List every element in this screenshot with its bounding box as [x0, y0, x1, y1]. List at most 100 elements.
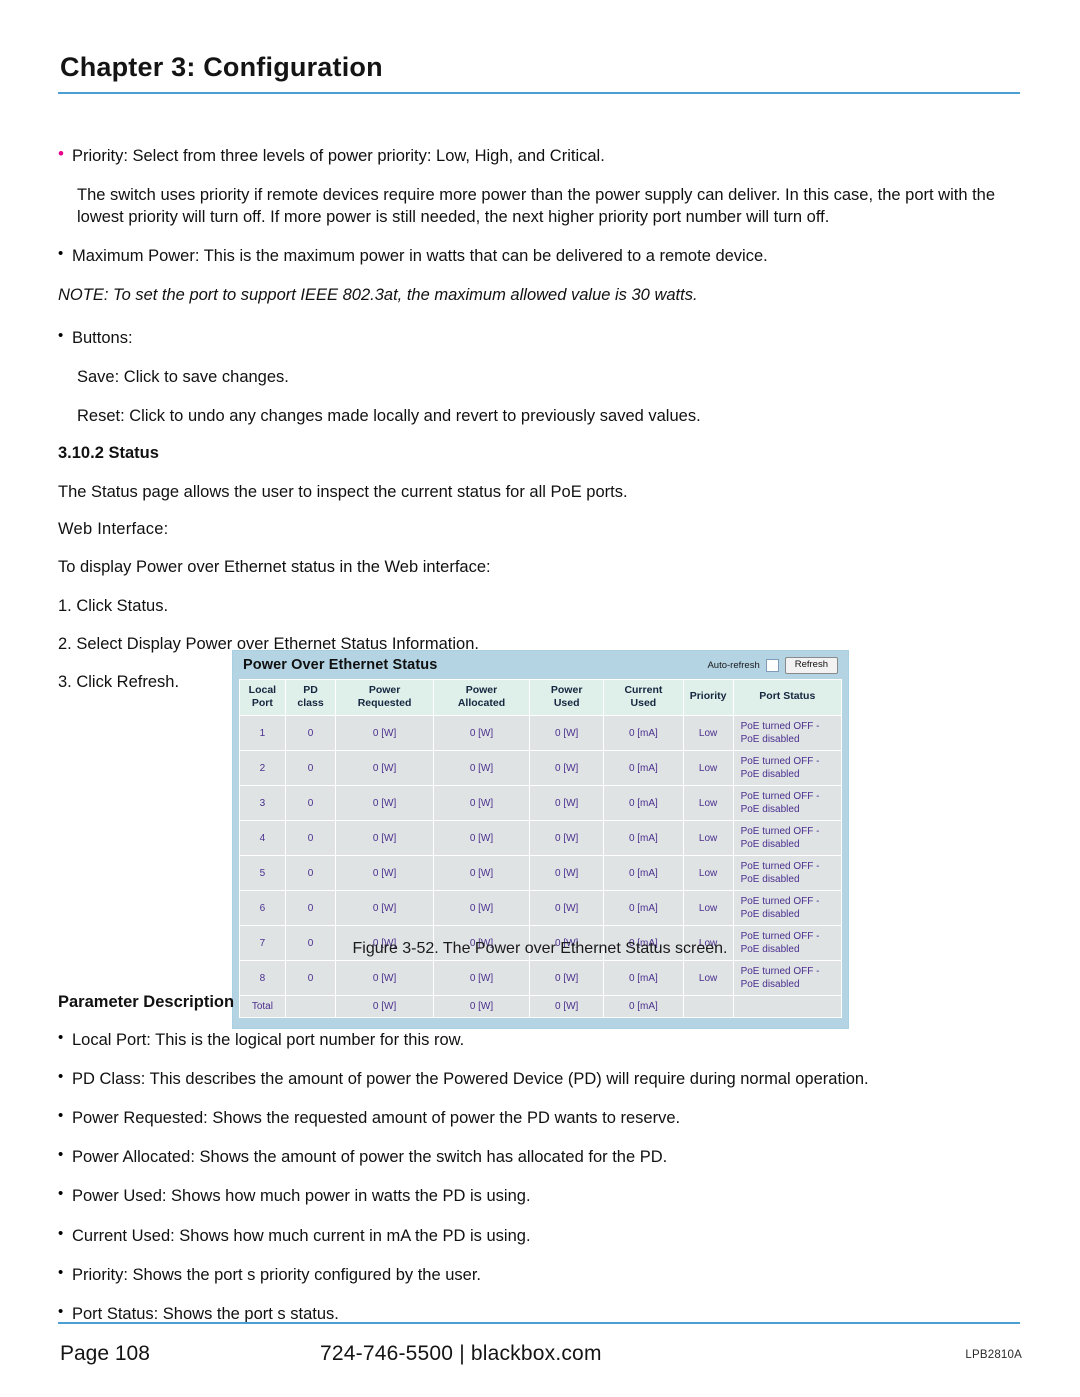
section-heading-status: 3.10.2 Status: [58, 443, 159, 462]
bullet-maximum-power: Maximum Power: This is the maximum power…: [58, 244, 1043, 267]
cell-power-requested: 0 [W]: [335, 890, 434, 927]
cell-local-port: 6: [239, 890, 286, 927]
cell-pd-class: 0: [284, 820, 337, 857]
page-footer: Page 108 724-746-5500 | blackbox.com LPB28…: [0, 1338, 1080, 1378]
heading-web-interface: Web Interface:: [58, 519, 169, 538]
cell-power-used: 0 [W]: [529, 890, 605, 927]
cell-port-status: PoE turned OFF - PoE disabled: [732, 820, 843, 857]
heading-parameter-description: Parameter Description: [58, 993, 235, 1011]
bullet-buttons: Buttons:: [58, 326, 1043, 349]
header-line-1: Power: [550, 683, 583, 696]
document-page: Chapter 3: Configuration Priority: Selec…: [0, 0, 1080, 1397]
header-line-1: PD: [303, 683, 318, 696]
cell-power-used: 0 [W]: [529, 785, 605, 822]
column-header-power-requested: Power Requested: [335, 678, 434, 717]
cell-current-used: 0 [mA]: [603, 820, 684, 857]
table-row: 1 0 0 [W] 0 [W] 0 [W] 0 [mA] Low PoE tur…: [239, 715, 843, 752]
cell-current-used: 0 [mA]: [603, 785, 684, 822]
cell-priority: Low: [682, 890, 734, 927]
cell-power-requested: 0 [W]: [335, 785, 434, 822]
cell-current-used: 0 [mA]: [603, 960, 684, 997]
text-reset-description: Reset: Click to undo any changes made lo…: [77, 406, 701, 425]
cell-power-requested: 0 [W]: [335, 960, 434, 997]
column-header-power-used: Power Used: [529, 678, 605, 717]
body-content-upper: Priority: Select from three levels of po…: [58, 143, 1043, 709]
cell-current-used: 0 [mA]: [603, 750, 684, 787]
header-line-1: Port Status: [759, 690, 816, 703]
cell-local-port: 3: [239, 785, 286, 822]
cell-pd-class: 0: [284, 750, 337, 787]
cell-current-used: 0 [mA]: [603, 855, 684, 892]
cell-port-status: PoE turned OFF - PoE disabled: [732, 890, 843, 927]
cell-port-status: PoE turned OFF - PoE disabled: [732, 855, 843, 892]
header-line-2: Requested: [357, 697, 412, 709]
cell-priority: Low: [682, 750, 734, 787]
cell-pd-class: 0: [284, 890, 337, 927]
table-header: Local Port PD class Power Requested Powe…: [239, 678, 843, 717]
footer-phone: 724-746-5500: [320, 1342, 454, 1365]
footer-document-code: LPB2810A: [965, 1349, 1022, 1361]
cell-power-requested: 0 [W]: [335, 715, 434, 752]
table-row: 5 0 0 [W] 0 [W] 0 [W] 0 [mA] Low PoE tur…: [239, 855, 843, 892]
cell-power-allocated: 0 [W]: [432, 855, 531, 892]
cell-power-allocated: 0 [W]: [432, 820, 531, 857]
refresh-button[interactable]: Refresh: [784, 657, 838, 674]
footer-separator: |: [459, 1342, 465, 1365]
header-line-2: Port: [251, 697, 273, 709]
footer-website: blackbox.com: [470, 1342, 602, 1365]
column-header-power-allocated: Power Allocated: [432, 678, 531, 717]
header-line-2: Allocated: [457, 697, 506, 709]
bullet-priority: Priority: Select from three levels of po…: [58, 143, 1043, 167]
cell-port-status: PoE turned OFF - PoE disabled: [732, 750, 843, 787]
figure-caption: Figure 3-52. The Power over Ethernet Sta…: [352, 940, 728, 957]
cell-priority: Low: [682, 855, 734, 892]
cell-pd-class: 0: [284, 785, 337, 822]
figure-poe-status-screenshot: Power Over Ethernet Status Auto-refresh …: [232, 650, 849, 1030]
cell-power-requested: 0 [W]: [335, 750, 434, 787]
bullet-param-local-port: Local Port: This is the logical port num…: [58, 1028, 1043, 1051]
cell-power-requested: 0 [W]: [335, 820, 434, 857]
note-ieee-8023at: NOTE: To set the port to support IEEE 80…: [58, 286, 698, 305]
paragraph-status-intro: The Status page allows the user to inspe…: [58, 482, 628, 501]
header-line-2: Used: [630, 697, 657, 709]
cell-power-allocated: 0 [W]: [432, 785, 531, 822]
header-line-1: Local: [248, 683, 277, 696]
table-body: 1 0 0 [W] 0 [W] 0 [W] 0 [mA] Low PoE tur…: [239, 715, 843, 1019]
cell-priority: Low: [682, 785, 734, 822]
column-header-current-used: Current Used: [603, 678, 684, 717]
cell-current-used: 0 [mA]: [603, 715, 684, 752]
cell-local-port: 1: [239, 715, 286, 752]
cell-current-used: 0 [mA]: [603, 890, 684, 927]
poe-table-container: Local Port PD class Power Requested Powe…: [233, 678, 848, 1029]
cell-local-port: 4: [239, 820, 286, 857]
cell-power-allocated: 0 [W]: [432, 715, 531, 752]
bullet-param-power-requested: Power Requested: Shows the requested amo…: [58, 1106, 1043, 1129]
column-header-port-status: Port Status: [732, 678, 843, 717]
cell-pd-class: 0: [284, 715, 337, 752]
cell-pd-class: 0: [284, 855, 337, 892]
table-row: 4 0 0 [W] 0 [W] 0 [W] 0 [mA] Low PoE tur…: [239, 820, 843, 857]
table-row: 3 0 0 [W] 0 [W] 0 [W] 0 [mA] Low PoE tur…: [239, 785, 843, 822]
bullet-param-current-used: Current Used: Shows how much current in …: [58, 1224, 1043, 1247]
table-row: 2 0 0 [W] 0 [W] 0 [W] 0 [mA] Low PoE tur…: [239, 750, 843, 787]
footer-contact: 724-746-5500 | blackbox.com: [320, 1342, 602, 1366]
cell-port-status: PoE turned OFF - PoE disabled: [732, 785, 843, 822]
panel-title: Power Over Ethernet Status: [243, 657, 438, 674]
bullet-param-power-used: Power Used: Shows how much power in watt…: [58, 1184, 1043, 1207]
cell-port-status: PoE turned OFF - PoE disabled: [732, 715, 843, 752]
panel-toolbar: Auto-refresh Refresh: [707, 657, 838, 674]
cell-local-port: 2: [239, 750, 286, 787]
header-line-1: Power: [465, 683, 498, 696]
bullet-param-pd-class: PD Class: This describes the amount of p…: [58, 1067, 1043, 1090]
paragraph-web-interface-intro: To display Power over Ethernet status in…: [58, 557, 491, 576]
cell-priority: Low: [682, 960, 734, 997]
header-divider: [58, 92, 1020, 94]
auto-refresh-checkbox[interactable]: [765, 658, 779, 672]
header-line-1: Priority: [689, 690, 727, 703]
panel-titlebar: Power Over Ethernet Status Auto-refresh …: [233, 651, 848, 679]
cell-priority: Low: [682, 715, 734, 752]
cell-power-allocated: 0 [W]: [432, 750, 531, 787]
cell-pd-class: 0: [284, 960, 337, 997]
table-header-row: Local Port PD class Power Requested Powe…: [239, 678, 843, 717]
poe-status-table: Local Port PD class Power Requested Powe…: [239, 678, 843, 1019]
